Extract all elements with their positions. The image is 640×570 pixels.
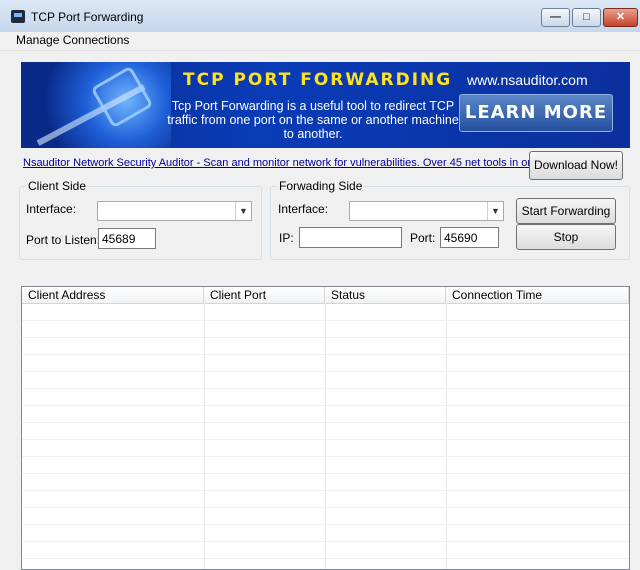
row-gridline: [22, 524, 629, 525]
nsauditor-link[interactable]: Nsauditor Network Security Auditor - Sca…: [23, 157, 543, 169]
row-gridline: [22, 490, 629, 491]
menu-manage-connections[interactable]: Manage Connections: [16, 33, 129, 47]
start-forwarding-button[interactable]: Start Forwarding: [516, 198, 616, 224]
ip-input[interactable]: [299, 227, 402, 248]
maximize-icon: □: [583, 11, 590, 23]
banner-description: Tcp Port Forwarding is a useful tool to …: [167, 99, 459, 141]
client-side-title: Client Side: [26, 179, 89, 193]
column-divider: [446, 303, 447, 569]
learn-more-button[interactable]: LEARN MORE: [459, 94, 613, 132]
forward-interface-select[interactable]: ▼: [349, 201, 504, 221]
row-gridline: [22, 456, 629, 457]
row-gridline: [22, 422, 629, 423]
banner-url[interactable]: www.nsauditor.com: [467, 72, 588, 88]
banner-artwork: [21, 62, 171, 148]
window-title: TCP Port Forwarding: [31, 10, 144, 24]
port-to-listen-label: Port to Listen:: [26, 233, 101, 247]
forward-interface-label: Interface:: [278, 202, 329, 216]
chevron-down-icon[interactable]: ▼: [487, 202, 503, 220]
row-gridline: [22, 388, 629, 389]
column-client-address[interactable]: Client Address: [22, 287, 204, 303]
row-gridline: [22, 439, 629, 440]
connections-table[interactable]: Client Address Client Port Status Connec…: [21, 286, 630, 570]
stop-button[interactable]: Stop: [516, 224, 616, 250]
close-icon: ✕: [615, 11, 626, 23]
row-gridline: [22, 337, 629, 338]
row-gridline: [22, 541, 629, 542]
minimize-button[interactable]: —: [541, 8, 570, 27]
column-client-port[interactable]: Client Port: [204, 287, 325, 303]
chevron-down-icon[interactable]: ▼: [235, 202, 251, 220]
row-gridline: [22, 507, 629, 508]
row-gridline: [22, 473, 629, 474]
app-window: TCP Port Forwarding — □ ✕ Manage Connect…: [0, 0, 640, 570]
column-connection-time[interactable]: Connection Time: [446, 287, 629, 303]
row-gridline: [22, 320, 629, 321]
client-interface-select[interactable]: ▼: [97, 201, 252, 221]
ip-label: IP:: [279, 231, 294, 245]
client-interface-label: Interface:: [26, 202, 77, 216]
row-gridline: [22, 558, 629, 559]
maximize-button[interactable]: □: [572, 8, 601, 27]
close-button[interactable]: ✕: [603, 8, 638, 27]
banner-title: TCP PORT FORWARDING: [183, 70, 453, 90]
forward-port-label: Port:: [410, 231, 436, 245]
download-now-button[interactable]: Download Now!: [529, 151, 623, 180]
column-divider: [204, 303, 205, 569]
forward-port-input[interactable]: 45690: [440, 227, 499, 248]
menu-bar: Manage Connections: [0, 32, 640, 51]
row-gridline: [22, 354, 629, 355]
port-to-listen-input[interactable]: 45689: [98, 228, 156, 249]
title-bar: TCP Port Forwarding — □ ✕: [0, 0, 640, 33]
row-gridline: [22, 371, 629, 372]
promo-banner[interactable]: TCP PORT FORWARDING Tcp Port Forwarding …: [21, 62, 630, 148]
lock-icon: [90, 65, 154, 129]
table-header: Client Address Client Port Status Connec…: [22, 287, 629, 304]
forwarding-side-title: Forwading Side: [277, 179, 365, 193]
column-status[interactable]: Status: [325, 287, 446, 303]
row-gridline: [22, 405, 629, 406]
network-cable-icon: [11, 10, 25, 23]
minimize-icon: —: [550, 11, 561, 23]
column-divider: [325, 303, 326, 569]
